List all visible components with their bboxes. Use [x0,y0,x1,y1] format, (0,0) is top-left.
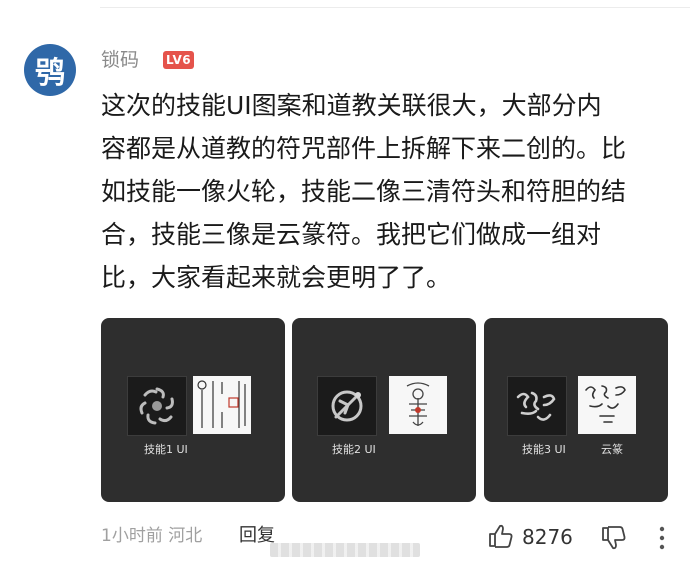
skill2-ui-art [317,376,377,436]
comment-line: 容都是从道教的符咒部件上拆解下来二创的。比 [101,134,627,163]
cloud-seal-script-reference [578,376,636,434]
skill3-ui-art [507,376,567,436]
watermark [270,543,420,557]
username[interactable]: 锁码 [101,47,139,73]
image-label: 云篆 [601,443,623,456]
talisman-reference-2 [389,376,447,434]
time-location: 1小时前 河北 [101,526,203,546]
image-label: 技能1 UI [144,443,188,456]
talisman-reference-1 [193,376,251,434]
comment-line: 比，大家看起来就会更明了了。 [101,263,452,292]
top-divider [100,7,690,8]
avatar-char: 鸮 [35,56,65,91]
level-badge: LV6 [163,51,195,69]
more-vertical-icon[interactable] [656,524,668,552]
avatar[interactable]: 鸮 [24,44,76,96]
image-label: 技能3 UI [522,443,566,456]
comment-line: 合，技能三像是云篆符。我把它们做成一组对 [101,220,602,249]
thumbs-up-icon[interactable] [487,522,515,550]
like-count: 8276 [522,525,573,549]
thumbs-down-icon[interactable] [600,524,628,552]
comment-line: 这次的技能UI图案和道教关联很大，大部分内 [101,91,602,120]
comment-text: 这次的技能UI图案和道教关联很大，大部分内 容都是从道教的符咒部件上拆解下来二创… [101,84,681,299]
comment-line: 如技能一像火轮，技能二像三清符头和符胆的结 [101,177,627,206]
skill1-ui-art [127,376,187,436]
image-label: 技能2 UI [332,443,376,456]
